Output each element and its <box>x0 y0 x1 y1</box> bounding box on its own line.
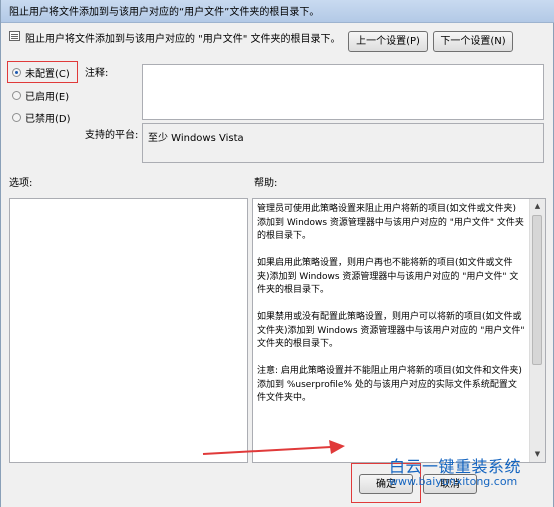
previous-setting-button[interactable]: 上一个设置(P) <box>348 31 428 52</box>
title-bar: 阻止用户将文件添加到与该用户对应的“用户文件”文件夹的根目录下。 <box>1 0 554 23</box>
radio-button[interactable] <box>12 113 21 122</box>
comment-label: 注释: <box>85 68 109 79</box>
watermark-brand: 白云一键重装系统 <box>389 457 522 476</box>
scroll-thumb[interactable] <box>532 215 542 365</box>
scroll-down-icon[interactable]: ▼ <box>530 447 545 462</box>
radio-button[interactable] <box>12 91 21 100</box>
red-annotation-arrow-icon <box>202 440 345 455</box>
platform-value: 至少 Windows Vista <box>148 133 244 144</box>
help-paragraph: 注意: 启用此策略设置并不能阻止用户将新的项目(如文件和文件夹)添加到 %use… <box>257 366 522 403</box>
next-setting-button[interactable]: 下一个设置(N) <box>433 31 513 52</box>
radio-label[interactable]: 已启用(E) <box>25 88 69 103</box>
options-pane <box>9 198 248 463</box>
policy-setting-icon <box>9 31 20 41</box>
help-paragraph: 管理员可使用此策略设置来阻止用户将新的项目(如文件或文件夹)添加到 Window… <box>257 204 524 241</box>
watermark-url: www.baiyunxitong.com <box>389 475 518 488</box>
platform-label: 支持的平台: <box>85 130 139 141</box>
setting-name: 阻止用户将文件添加到与该用户对应的 "用户文件" 文件夹的根目录下。 <box>25 34 341 45</box>
policy-dialog: 阻止用户将文件添加到与该用户对应的“用户文件”文件夹的根目录下。 阻止用户将文件… <box>0 0 554 507</box>
radio-label[interactable]: 未配置(C) <box>25 65 70 80</box>
help-paragraph: 如果启用此策略设置，则用户再也不能将新的项目(如文件或文件夹)添加到 Windo… <box>257 258 519 295</box>
help-scrollbar[interactable]: ▲ ▼ <box>529 199 545 462</box>
platform-field: 至少 Windows Vista <box>142 123 544 163</box>
help-text: 管理员可使用此策略设置来阻止用户将新的项目(如文件或文件夹)添加到 Window… <box>257 203 525 419</box>
help-label: 帮助: <box>254 178 278 189</box>
comment-textarea[interactable] <box>142 64 544 120</box>
window-title: 阻止用户将文件添加到与该用户对应的“用户文件”文件夹的根目录下。 <box>9 7 320 18</box>
help-pane: 管理员可使用此策略设置来阻止用户将新的项目(如文件或文件夹)添加到 Window… <box>252 198 546 463</box>
scroll-up-icon[interactable]: ▲ <box>530 199 545 214</box>
radio-label[interactable]: 已禁用(D) <box>25 110 71 125</box>
options-label: 选项: <box>9 178 33 189</box>
radio-button[interactable] <box>12 68 21 77</box>
help-paragraph: 如果禁用或没有配置此策略设置，则用户可以将新的项目(如文件或文件夹)添加到 Wi… <box>257 312 525 349</box>
